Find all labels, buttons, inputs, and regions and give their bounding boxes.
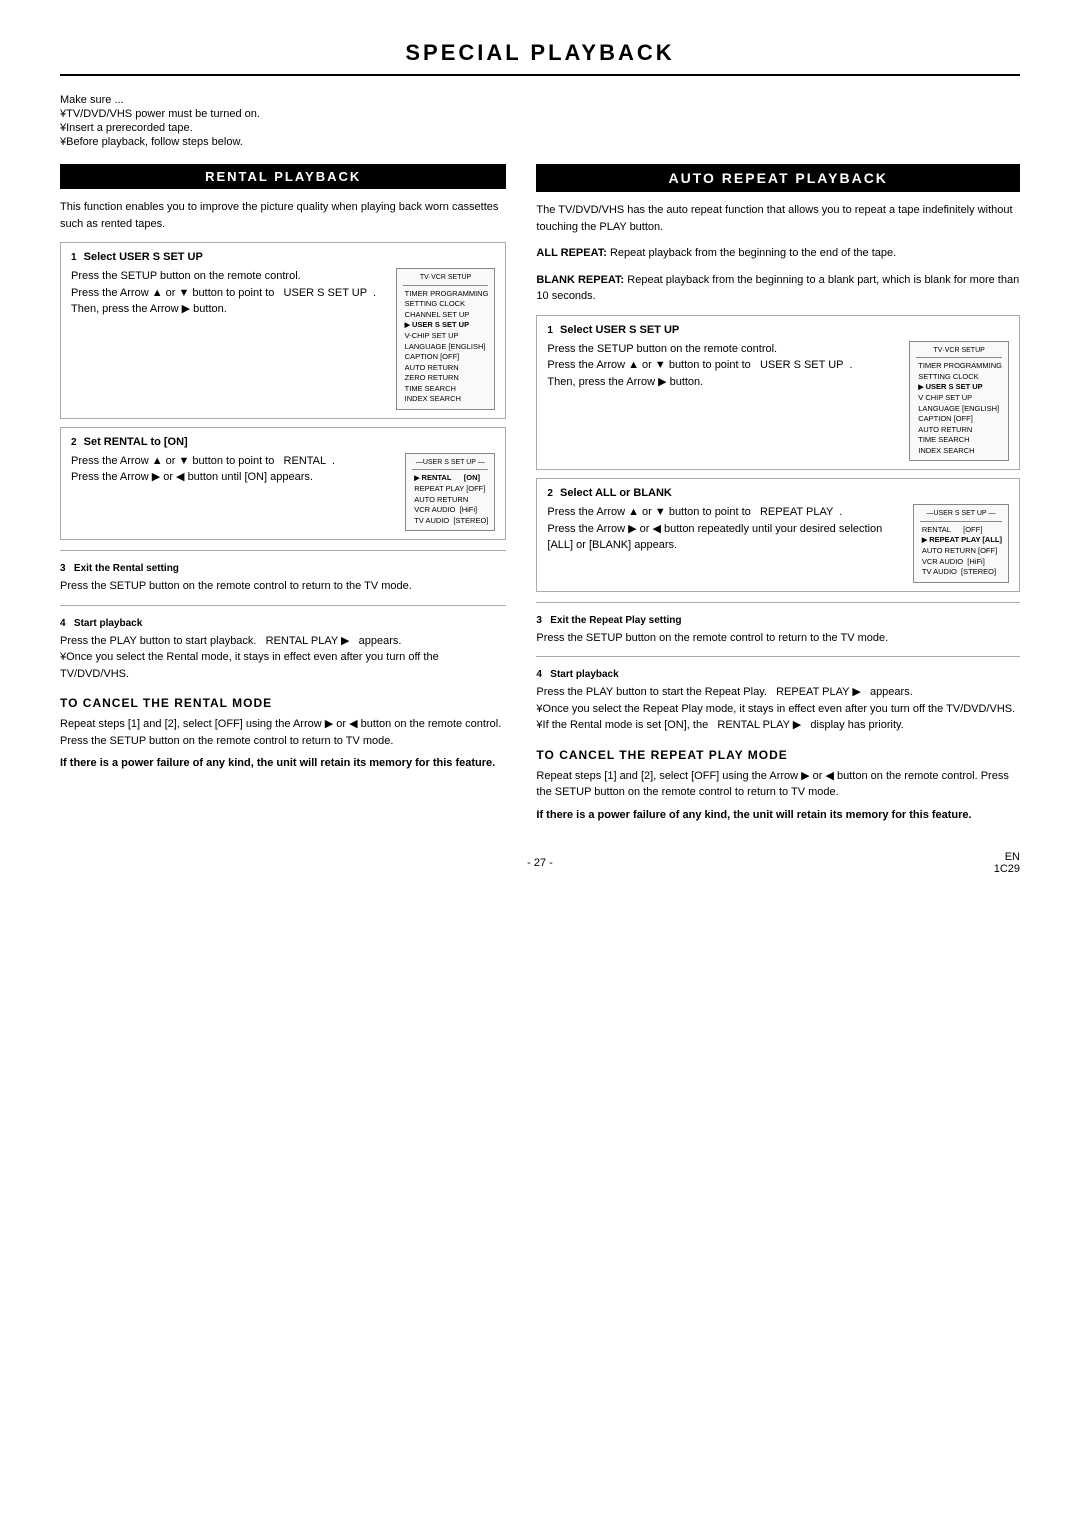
intro-section: Make sure ... ¥TV/DVD/VHS power must be … (60, 94, 1020, 148)
auto-repeat-cancel-text: Repeat steps [1] and [2], select [OFF] u… (536, 768, 1020, 801)
auto-repeat-all: ALL REPEAT: Repeat playback from the beg… (536, 245, 1020, 262)
rental-cancel-title: TO CANCEL THE RENTAL MODE (60, 696, 506, 710)
rental-step-2: 2 Set RENTAL to [ON] Press the Arrow ▲ o… (60, 427, 506, 541)
rental-step-1-menu: TV·VCR SETUP TIMER PROGRAMMING SETTING C… (396, 268, 496, 410)
rental-step-1: 1 Select USER S SET UP Press the SETUP b… (60, 242, 506, 419)
auto-repeat-step-1-text: Press the SETUP button on the remote con… (547, 341, 901, 391)
rental-cancel-section: TO CANCEL THE RENTAL MODE Repeat steps [… (60, 696, 506, 772)
auto-repeat-header: AUTO REPEAT PLAYBACK (536, 164, 1020, 192)
intro-make-sure: Make sure ... (60, 94, 1020, 106)
rental-description: This function enables you to improve the… (60, 199, 506, 232)
rental-header: RENTAL PLAYBACK (60, 164, 506, 189)
auto-repeat-description: The TV/DVD/VHS has the auto repeat funct… (536, 202, 1020, 235)
rental-cancel-text: Repeat steps [1] and [2], select [OFF] u… (60, 716, 506, 749)
auto-repeat-column: AUTO REPEAT PLAYBACK The TV/DVD/VHS has … (536, 164, 1020, 823)
auto-repeat-step-1: 1 Select USER S SET UP Press the SETUP b… (536, 315, 1020, 471)
auto-repeat-blank: BLANK REPEAT: Repeat playback from the b… (536, 272, 1020, 305)
auto-repeat-step-2: 2 Select ALL or BLANK Press the Arrow ▲ … (536, 478, 1020, 592)
rental-step-4: 4 Start playback Press the PLAY button t… (60, 616, 506, 683)
rental-column: RENTAL PLAYBACK This function enables yo… (60, 164, 506, 823)
rental-step-3: 3 Exit the Rental setting Press the SETU… (60, 561, 506, 595)
intro-item-2: ¥Insert a prerecorded tape. (60, 122, 1020, 134)
rental-step-2-text: Press the Arrow ▲ or ▼ button to point t… (71, 453, 397, 486)
rental-step-1-text: Press the SETUP button on the remote con… (71, 268, 388, 318)
rental-step-2-title: 2 Set RENTAL to [ON] (71, 436, 495, 448)
intro-item-1: ¥TV/DVD/VHS power must be turned on. (60, 108, 1020, 120)
auto-repeat-step-2-text: Press the Arrow ▲ or ▼ button to point t… (547, 504, 904, 554)
auto-repeat-cancel-title: TO CANCEL THE REPEAT PLAY MODE (536, 748, 1020, 762)
rental-step-2-menu: —USER S SET UP — RENTAL [ON] REPEAT PLAY… (405, 453, 495, 532)
auto-repeat-step-1-title: 1 Select USER S SET UP (547, 324, 1009, 336)
auto-repeat-cancel-bold: If there is a power failure of any kind,… (536, 807, 1020, 824)
rental-step-1-title: 1 Select USER S SET UP (71, 251, 495, 263)
auto-repeat-cancel-section: TO CANCEL THE REPEAT PLAY MODE Repeat st… (536, 748, 1020, 824)
auto-repeat-step-4: 4 Start playback Press the PLAY button t… (536, 667, 1020, 734)
rental-cancel-bold: If there is a power failure of any kind,… (60, 755, 506, 772)
page-number: - 27 - (527, 857, 553, 869)
auto-repeat-step-2-title: 2 Select ALL or BLANK (547, 487, 1009, 499)
intro-item-3: ¥Before playback, follow steps below. (60, 136, 1020, 148)
page-title: SPECIAL PLAYBACK (60, 40, 1020, 76)
page-lang: EN 1C29 (994, 851, 1020, 875)
auto-repeat-step-1-menu: TV·VCR SETUP TIMER PROGRAMMING SETTING C… (909, 341, 1009, 462)
auto-repeat-step-2-menu: —USER S SET UP — RENTAL [OFF] REPEAT PLA… (913, 504, 1009, 583)
auto-repeat-step-3: 3 Exit the Repeat Play setting Press the… (536, 613, 1020, 647)
